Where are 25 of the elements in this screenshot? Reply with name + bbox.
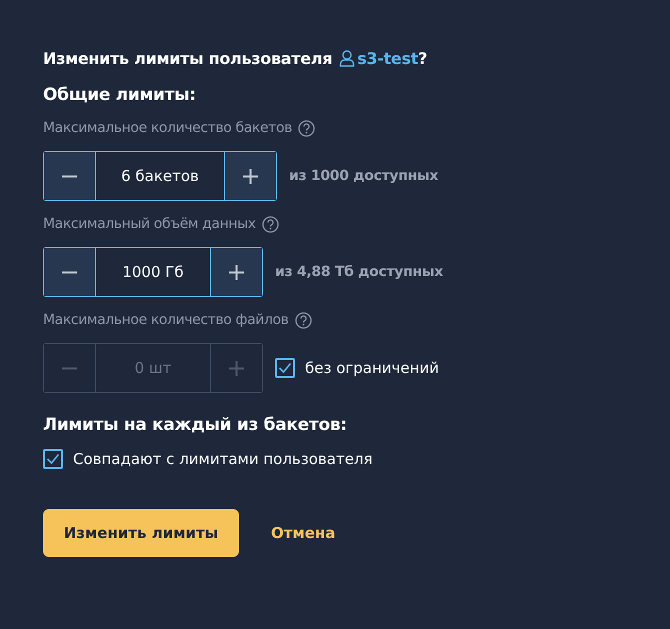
cancel-button[interactable]: Отмена xyxy=(261,516,346,550)
help-icon[interactable] xyxy=(262,216,279,232)
decrement-button[interactable]: − xyxy=(44,248,95,296)
field-label: Максимальный объём данных xyxy=(43,216,256,232)
help-icon[interactable] xyxy=(294,312,312,328)
section-heading: Общие лимиты: xyxy=(43,85,197,105)
check-icon xyxy=(46,453,60,465)
checkbox-label: Совпадают с лимитами пользователя xyxy=(73,450,373,468)
help-icon[interactable] xyxy=(298,120,315,136)
field-label: Максимальное количество бакетов xyxy=(43,120,292,136)
check-icon xyxy=(278,362,292,374)
dialog-title: Изменить лимиты пользователя xyxy=(43,48,332,68)
question-mark: ? xyxy=(418,48,428,68)
submit-button[interactable]: Изменить лимиты xyxy=(43,509,239,557)
section-heading: Лимиты на каждый из бакетов: xyxy=(43,415,348,435)
user-link[interactable]: s3-test xyxy=(357,48,418,68)
user-icon xyxy=(339,49,356,67)
available-note: из 4,88 Тб доступных xyxy=(275,264,443,280)
field-label: Максимальное количество файлов xyxy=(43,312,289,328)
decrement-button[interactable]: − xyxy=(44,152,95,200)
increment-button[interactable]: + xyxy=(211,248,262,296)
available-note: из 1000 доступных xyxy=(289,168,438,184)
increment-button[interactable]: + xyxy=(225,152,276,200)
checkbox[interactable] xyxy=(43,449,63,469)
checkbox-label: без ограничений xyxy=(305,359,439,377)
